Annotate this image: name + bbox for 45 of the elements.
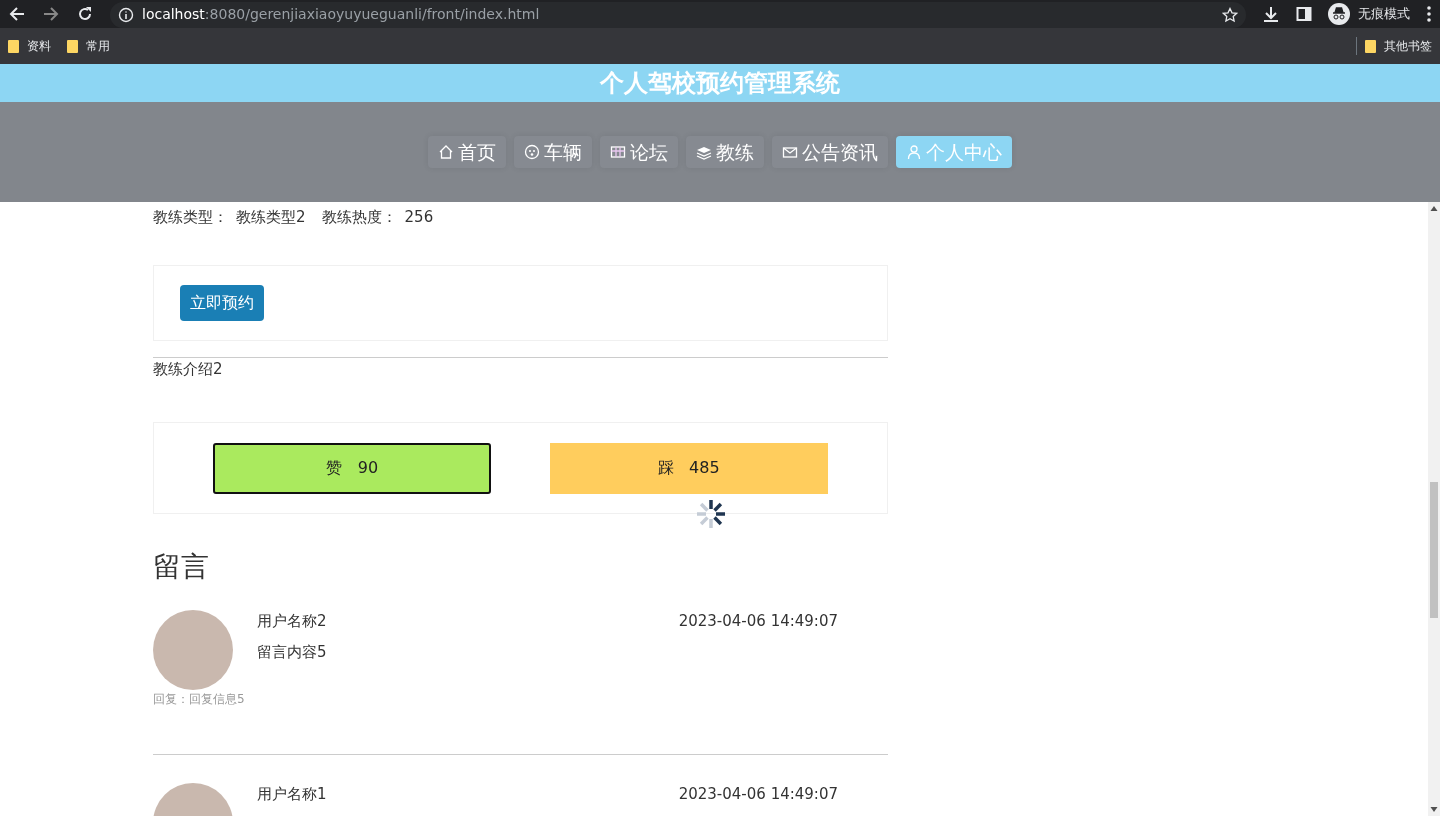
star-icon[interactable] <box>1222 6 1238 23</box>
nav-tab[interactable]: 论坛 <box>600 135 678 169</box>
nav-tab[interactable]: 首页 <box>428 135 506 169</box>
folder-icon <box>67 39 78 53</box>
comment-time: 2023-04-06 14:49:07 <box>678 611 838 632</box>
url-text: localhost:8080/gerenjiaxiaoyuyueguanli/front/index.html <box>142 5 540 24</box>
nav-tab[interactable]: 教练 <box>686 135 764 169</box>
nav-tab[interactable]: 车辆 <box>514 135 592 169</box>
nav-tab[interactable]: 公告资讯 <box>772 135 888 169</box>
field-value: 256 <box>404 207 434 228</box>
person-icon <box>906 144 922 160</box>
dislike-button[interactable]: 踩 485 <box>549 442 828 494</box>
section-title: 留言 <box>153 549 210 585</box>
bookmark-item[interactable]: 资料 <box>8 37 51 55</box>
more-menu-icon[interactable] <box>1426 5 1432 23</box>
info-icon <box>118 6 134 23</box>
user-name: 用户名称1 <box>257 784 327 805</box>
address-bar[interactable]: localhost:8080/gerenjiaxiaoyuyueguanli/front/index.html <box>110 1 1246 28</box>
house-icon <box>438 144 454 160</box>
user-name: 用户名称2 <box>257 611 327 632</box>
comment-time: 2023-04-06 14:49:07 <box>678 784 838 805</box>
forward-icon[interactable] <box>42 5 60 23</box>
side-panel-icon[interactable] <box>1296 6 1312 22</box>
bookmark-item[interactable]: 常用 <box>67 37 110 55</box>
intro-text: 教练介绍2 <box>153 358 224 380</box>
profile-label: 无痕模式 <box>1358 5 1410 24</box>
field-value: 教练类型2 <box>236 207 306 228</box>
face-icon <box>524 144 540 160</box>
field-label: 教练热度： <box>321 207 397 228</box>
bookmark-item[interactable]: 其他书签 <box>1356 37 1432 55</box>
reload-icon[interactable] <box>76 5 94 23</box>
stack-icon <box>696 144 712 160</box>
envelope-icon <box>782 144 798 160</box>
book-button[interactable]: 立即预约 <box>180 284 264 321</box>
site-title: 个人驾校预约管理系统 <box>600 68 840 99</box>
download-icon[interactable] <box>1262 5 1280 23</box>
back-icon[interactable] <box>8 5 26 23</box>
grid-icon <box>610 144 626 160</box>
like-button[interactable]: 赞 90 <box>213 442 492 494</box>
comment-text: 留言内容5 <box>257 641 328 663</box>
folder-icon <box>1365 39 1376 53</box>
incognito-icon <box>1328 3 1350 25</box>
field-label: 教练类型： <box>153 207 228 228</box>
reply-text: 回复：回复信息5 <box>153 691 246 708</box>
folder-icon <box>8 39 19 53</box>
